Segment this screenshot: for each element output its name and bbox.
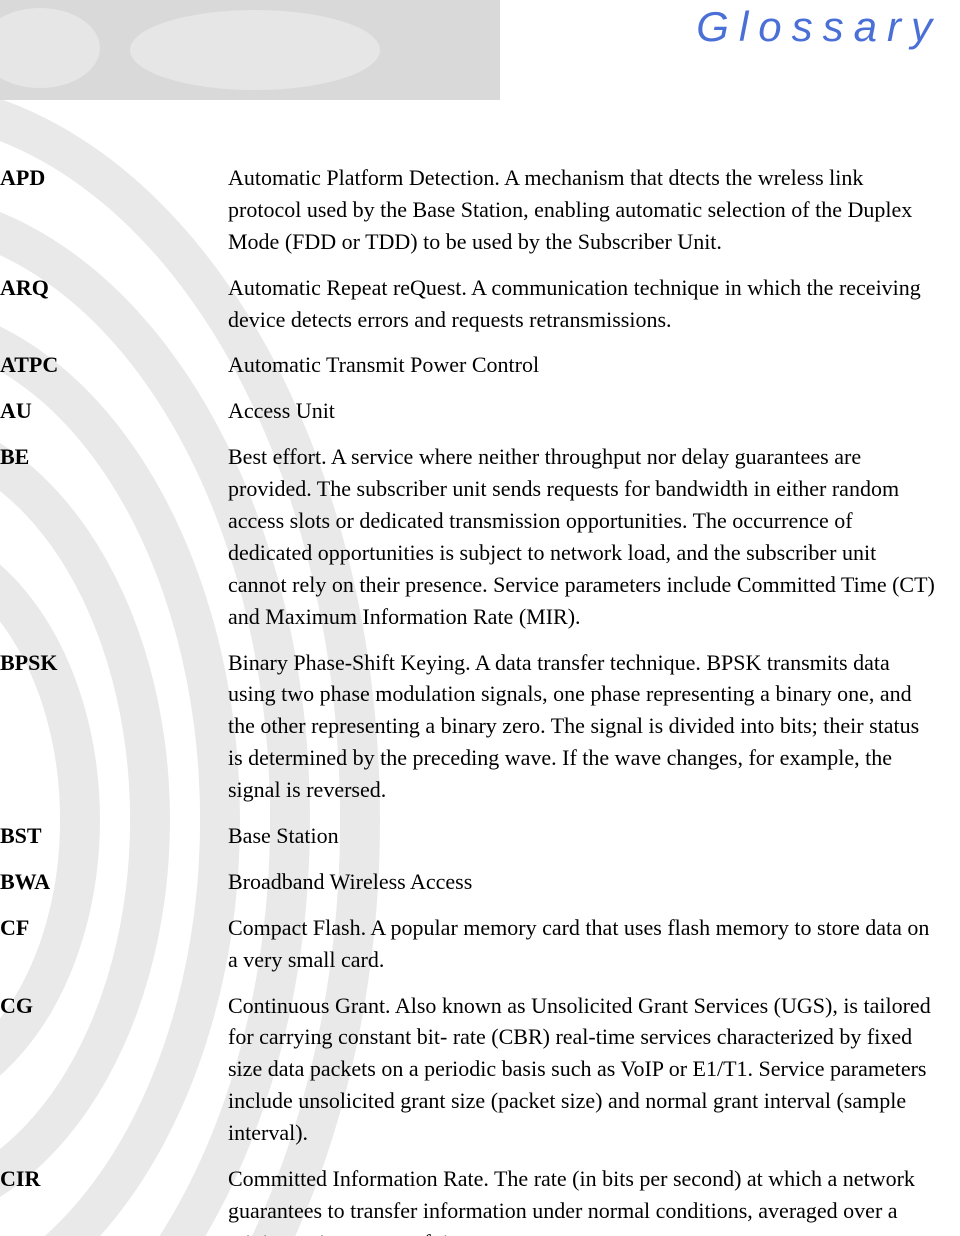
definition: Automatic Repeat reQuest. A communicatio… <box>228 272 938 336</box>
term: BE <box>0 441 228 473</box>
glossary-entry: BSTBase Station <box>0 820 960 852</box>
definition: Compact Flash. A popular memory card tha… <box>228 912 938 976</box>
definition: Best effort. A service where neither thr… <box>228 441 938 632</box>
glossary-entry: CIRCommitted Information Rate. The rate … <box>0 1163 960 1236</box>
term: CG <box>0 990 228 1022</box>
glossary-list: APDAutomatic Platform Detection. A mecha… <box>0 162 960 1236</box>
term: BST <box>0 820 228 852</box>
glossary-entry: ATPCAutomatic Transmit Power Control <box>0 349 960 381</box>
term: AU <box>0 395 228 427</box>
definition: Committed Information Rate. The rate (in… <box>228 1163 938 1236</box>
definition: Access Unit <box>228 395 938 427</box>
term: BWA <box>0 866 228 898</box>
glossary-entry: BPSKBinary Phase-Shift Keying. A data tr… <box>0 647 960 806</box>
term: BPSK <box>0 647 228 679</box>
definition: Base Station <box>228 820 938 852</box>
glossary-entry: CFCompact Flash. A popular memory card t… <box>0 912 960 976</box>
term: ATPC <box>0 349 228 381</box>
definition: Broadband Wireless Access <box>228 866 938 898</box>
term: CF <box>0 912 228 944</box>
header-graphic <box>0 0 500 100</box>
definition: Binary Phase-Shift Keying. A data transf… <box>228 647 938 806</box>
glossary-entry: BEBest effort. A service where neither t… <box>0 441 960 632</box>
term: ARQ <box>0 272 228 304</box>
glossary-entry: APDAutomatic Platform Detection. A mecha… <box>0 162 960 258</box>
term: CIR <box>0 1163 228 1195</box>
definition: Continuous Grant. Also known as Unsolici… <box>228 990 938 1149</box>
glossary-entry: ARQAutomatic Repeat reQuest. A communica… <box>0 272 960 336</box>
definition: Automatic Transmit Power Control <box>228 349 938 381</box>
definition: Automatic Platform Detection. A mechanis… <box>228 162 938 258</box>
glossary-entry: BWABroadband Wireless Access <box>0 866 960 898</box>
term: APD <box>0 162 228 194</box>
page-title: Glossary <box>696 3 942 51</box>
glossary-entry: AUAccess Unit <box>0 395 960 427</box>
glossary-entry: CGContinuous Grant. Also known as Unsoli… <box>0 990 960 1149</box>
